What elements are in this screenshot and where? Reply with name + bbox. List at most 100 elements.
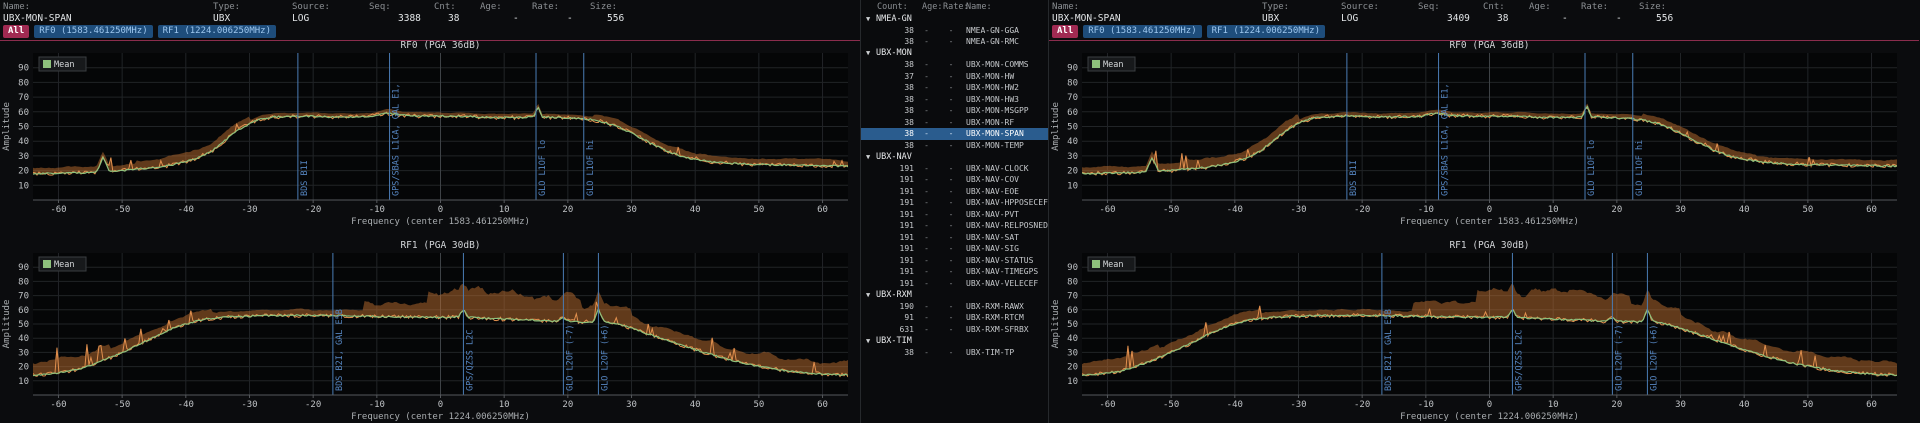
header-value-cnt: 38 [448,13,459,24]
tree-item-count: 631 [861,325,914,334]
svg-text:30: 30 [626,400,637,410]
svg-text:20: 20 [18,363,29,373]
tree-item-ubx-rxm-sfrbx[interactable]: 631--UBX-RXM-SFRBX [861,324,1048,336]
tree-group-ubx-mon[interactable]: ▼UBX-MON [861,48,1048,60]
tree-item-nmea-gn-rmc[interactable]: 38--NMEA-GN-RMC [861,36,1048,48]
svg-text:70: 70 [1067,292,1078,302]
legend-mean[interactable]: Mean [1088,257,1135,271]
svg-text:-50: -50 [1163,205,1179,215]
header-label-seq: Seq: [1418,2,1440,12]
tree-item-ubx-nav-pvt[interactable]: 191--UBX-NAV-PVT [861,209,1048,221]
tree-item-ubx-tim-tp[interactable]: 38--UBX-TIM-TP [861,347,1048,359]
tree-item-ubx-rxm-rtcm[interactable]: 91--UBX-RXM-RTCM [861,312,1048,324]
tree-item-ubx-nav-cov[interactable]: 191--UBX-NAV-COV [861,174,1048,186]
legend-mean[interactable]: Mean [39,57,86,71]
svg-text:20: 20 [562,205,573,215]
svg-text:-60: -60 [1099,205,1115,215]
svg-text:90: 90 [18,263,29,273]
header-label-rate: Rate: [532,2,559,12]
chip-rf0[interactable]: RF0 (1583.461250MHz) [34,25,152,38]
chip-rf0[interactable]: RF0 (1583.461250MHz) [1083,25,1201,38]
chip-all[interactable]: All [3,25,29,38]
tree-item-name: UBX-RXM-RAWX [963,302,1024,311]
collapse-triangle-icon[interactable]: ▼ [866,337,876,345]
tree-item-count: 38 [861,83,914,92]
tree-item-ubx-nav-clock[interactable]: 191--UBX-NAV-CLOCK [861,163,1048,175]
tree-group-ubx-nav[interactable]: ▼UBX-NAV [861,151,1048,163]
tree-item-ubx-mon-msgpp[interactable]: 38--UBX-MON-MSGPP [861,105,1048,117]
svg-text:GLO L2OF (+6): GLO L2OF (+6) [600,324,610,391]
svg-text:50: 50 [753,400,764,410]
tree-group-label: NMEA-GN [876,14,912,24]
tree-item-ubx-nav-status[interactable]: 191--UBX-NAV-STATUS [861,255,1048,267]
tree-item-count: 38 [861,106,914,115]
collapse-triangle-icon[interactable]: ▼ [866,15,876,23]
svg-text:40: 40 [18,334,29,344]
tree-item-count: 38 [861,348,914,357]
svg-text:20: 20 [1611,205,1622,215]
svg-text:50: 50 [1802,400,1813,410]
chip-rf1[interactable]: RF1 (1224.006250MHz) [158,25,276,38]
chip-rf1[interactable]: RF1 (1224.006250MHz) [1207,25,1325,38]
svg-text:10: 10 [499,400,510,410]
tree-item-ubx-mon-rf[interactable]: 38--UBX-MON-RF [861,117,1048,129]
svg-text:-30: -30 [1290,400,1306,410]
header-label-type: Type: [1262,2,1289,12]
collapse-triangle-icon[interactable]: ▼ [866,49,876,57]
tree-item-name: UBX-MON-HW3 [963,95,1019,104]
tree-item-count: 191 [861,233,914,242]
tree-item-dash: - [939,129,963,138]
legend-mean[interactable]: Mean [1088,57,1135,71]
svg-text:Mean: Mean [54,60,74,70]
tree-group-ubx-tim[interactable]: ▼UBX-TIM [861,335,1048,347]
tree-group-ubx-rxm[interactable]: ▼UBX-RXM [861,289,1048,301]
legend-mean[interactable]: Mean [39,257,86,271]
collapse-triangle-icon[interactable]: ▼ [866,153,876,161]
tree-item-ubx-rxm-rawx[interactable]: 190--UBX-RXM-RAWX [861,301,1048,313]
tree-item-ubx-nav-velecef[interactable]: 191--UBX-NAV-VELECEF [861,278,1048,290]
tree-item-ubx-nav-sat[interactable]: 191--UBX-NAV-SAT [861,232,1048,244]
svg-text:90: 90 [1067,263,1078,273]
svg-text:30: 30 [18,152,29,162]
tree-item-ubx-nav-hpposecef[interactable]: 191--UBX-NAV-HPPOSECEF [861,197,1048,209]
tree-item-name: UBX-NAV-VELECEF [963,279,1038,288]
tree-item-ubx-nav-relposned[interactable]: 191--UBX-NAV-RELPOSNED [861,220,1048,232]
header-label-type: Type: [213,2,240,12]
tree-item-nmea-gn-gga[interactable]: 38--NMEA-GN-GGA [861,25,1048,37]
tree-item-ubx-mon-comms[interactable]: 38--UBX-MON-COMMS [861,59,1048,71]
panel-left: Name: Type: Source: Seq: Cnt: Age: Rate:… [0,0,861,423]
svg-text:60: 60 [817,400,828,410]
tree-item-name: UBX-NAV-SAT [963,233,1019,242]
chart-rf0-left[interactable]: BDS B1IGPS/SBAS L1CA, GAL E1,GLO L1OF lo… [0,38,860,228]
tree-group-nmea-gn[interactable]: ▼NMEA-GN [861,13,1048,25]
tree-item-dash: - [914,348,939,357]
svg-text:50: 50 [18,320,29,330]
chart-rf0-right[interactable]: BDS B1IGPS/SBAS L1CA, GAL E1,GLO L1OF lo… [1049,38,1909,228]
svg-text:50: 50 [1067,320,1078,330]
collapse-triangle-icon[interactable]: ▼ [866,291,876,299]
svg-text:BDS B1I: BDS B1I [300,160,310,196]
svg-text:70: 70 [18,292,29,302]
tree-item-name: UBX-MON-TEMP [963,141,1024,150]
tree-item-ubx-nav-eoe[interactable]: 191--UBX-NAV-EOE [861,186,1048,198]
svg-text:GLO L1OF lo: GLO L1OF lo [1587,140,1597,196]
tree-item-ubx-nav-sig[interactable]: 191--UBX-NAV-SIG [861,243,1048,255]
chip-all[interactable]: All [1052,25,1078,38]
chart-rf1-right[interactable]: BDS B2I, GAL E5BGPS/QZSS L2CGLO L2OF (-7… [1049,235,1909,423]
svg-text:20: 20 [1067,167,1078,177]
header-value-type: UBX [1262,13,1279,24]
chart-rf1-left[interactable]: BDS B2I, GAL E5BGPS/QZSS L2CGLO L2OF (-7… [0,235,860,423]
tree-item-ubx-mon-hw3[interactable]: 38--UBX-MON-HW3 [861,94,1048,106]
svg-text:GLO L1OF lo: GLO L1OF lo [538,140,548,196]
tree-item-ubx-mon-span[interactable]: 38--UBX-MON-SPAN [861,128,1048,140]
tree-item-name: NMEA-GN-RMC [963,37,1019,46]
tree-item-dash: - [914,37,939,46]
tree-item-ubx-mon-temp[interactable]: 38--UBX-MON-TEMP [861,140,1048,152]
tree-item-ubx-mon-hw[interactable]: 37--UBX-MON-HW [861,71,1048,83]
svg-text:90: 90 [18,64,29,74]
header-value-source: LOG [1341,13,1358,24]
svg-text:80: 80 [1067,277,1078,287]
tree-item-dash: - [914,60,939,69]
tree-item-ubx-mon-hw2[interactable]: 38--UBX-MON-HW2 [861,82,1048,94]
tree-item-ubx-nav-timegps[interactable]: 191--UBX-NAV-TIMEGPS [861,266,1048,278]
